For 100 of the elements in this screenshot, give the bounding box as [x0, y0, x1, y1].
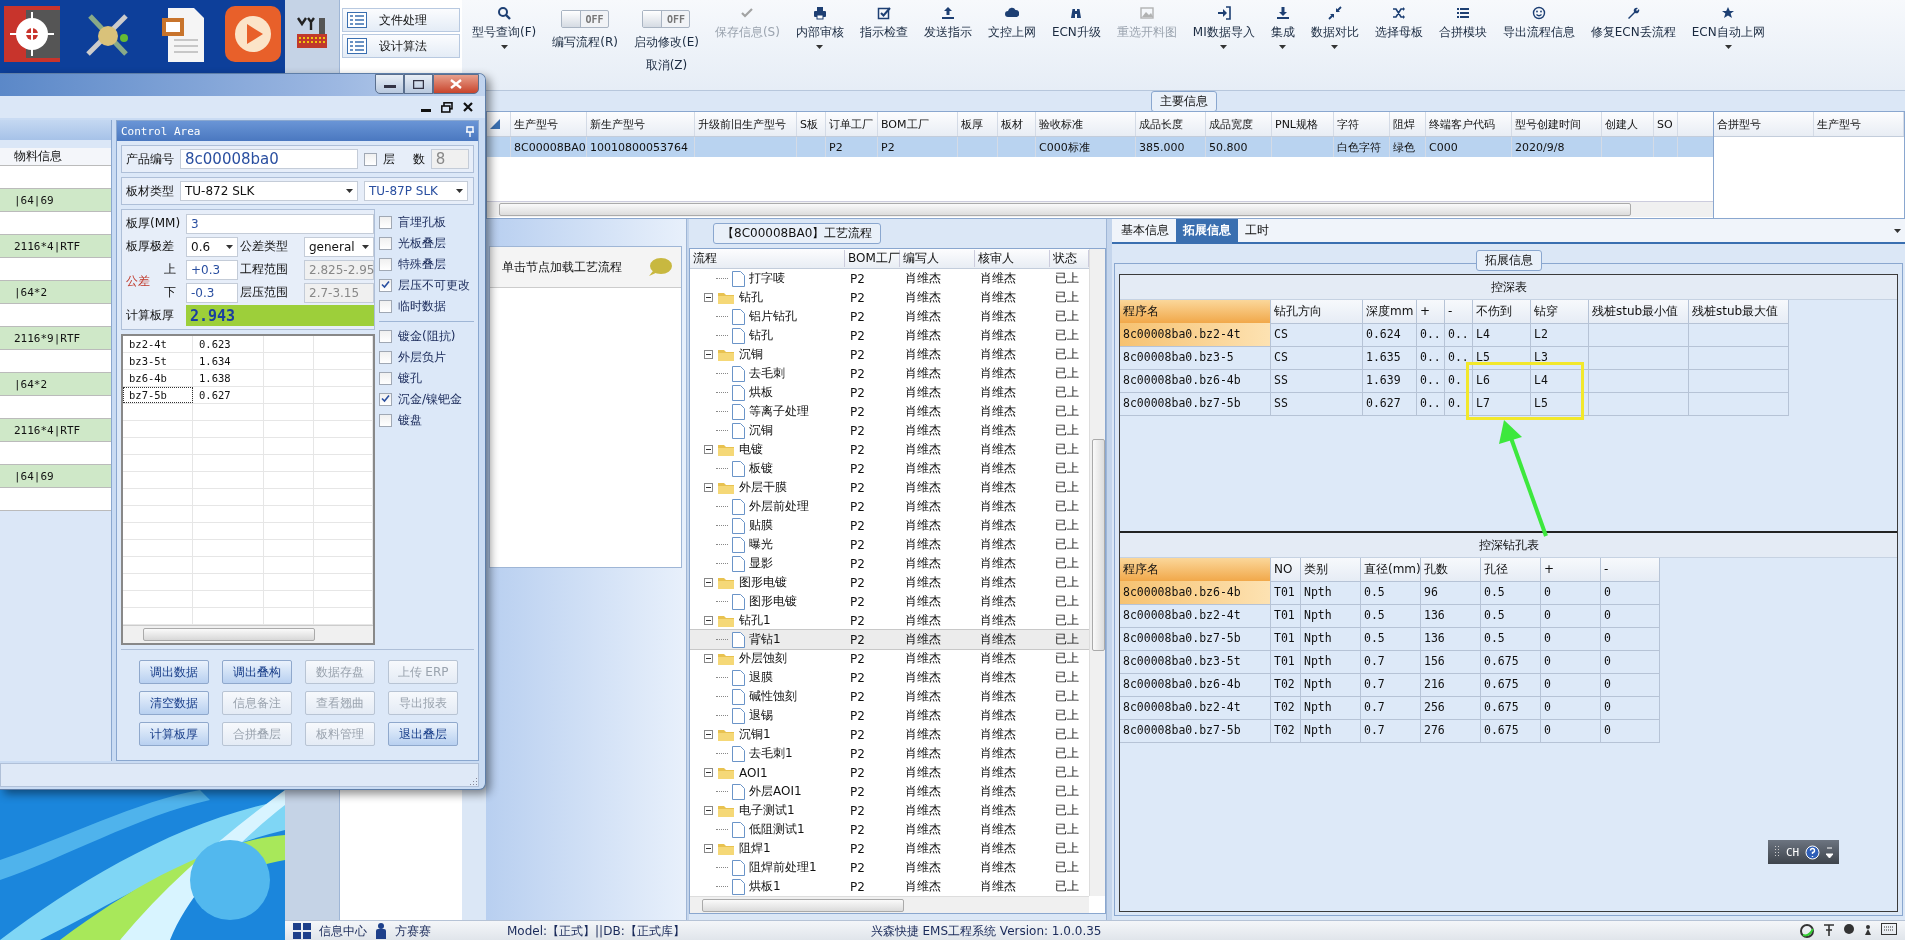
column-header[interactable]: SO [1654, 112, 1678, 136]
tree-row[interactable]: 烘板1 P2 肖维杰 肖维杰 已上 [690, 877, 1089, 896]
action-button[interactable]: 计算板厚 [139, 722, 209, 746]
expand-toggle[interactable] [704, 616, 713, 625]
column-header[interactable]: PNL规格 [1272, 112, 1334, 136]
checkbox[interactable] [379, 258, 392, 271]
dropdown[interactable]: TU-872 SLK [180, 181, 358, 201]
column-header[interactable]: 类别 [1301, 557, 1361, 582]
toolbar-button[interactable]: 导出流程信息 [1498, 4, 1579, 43]
toolbar-button[interactable]: 数据对比 [1306, 4, 1363, 51]
expand-toggle[interactable] [704, 730, 713, 739]
tree-row[interactable]: 曝光 P2 肖维杰 肖维杰 已上 [690, 535, 1089, 554]
checkbox[interactable] [379, 393, 392, 406]
checkbox[interactable] [379, 351, 392, 364]
column-header[interactable]: 程序名 [1120, 299, 1271, 324]
tree-row[interactable]: 图形电镀 P2 肖维杰 肖维杰 已上 [690, 592, 1089, 611]
column-header[interactable]: 验收标准 [1036, 112, 1136, 136]
column-header[interactable]: 终端客户代码 [1426, 112, 1512, 136]
tree-row[interactable]: 低阻测试1 P2 肖维杰 肖维杰 已上 [690, 820, 1089, 839]
toolbar-button[interactable]: MI数据导入 [1188, 4, 1259, 51]
tree-row[interactable]: 去毛刺1 P2 肖维杰 肖维杰 已上 [690, 744, 1089, 763]
column-header[interactable]: 阻焊 [1390, 112, 1426, 136]
toolbar-button[interactable]: 取消(Z) [645, 57, 688, 74]
scrollbar[interactable] [123, 625, 373, 643]
input-field[interactable]: 3 [186, 213, 374, 234]
tree-row[interactable]: 碱性蚀刻 P2 肖维杰 肖维杰 已上 [690, 687, 1089, 706]
tree-row[interactable]: 铝片钻孔 P2 肖维杰 肖维杰 已上 [690, 307, 1089, 326]
tree-row[interactable]: 退膜 P2 肖维杰 肖维杰 已上 [690, 668, 1089, 687]
expand-toggle[interactable] [704, 844, 713, 853]
column-header[interactable]: + [1417, 299, 1445, 324]
tree-row[interactable]: 外层蚀刻 P2 肖维杰 肖维杰 已上 [690, 649, 1089, 668]
tree-row[interactable]: 打字唛 P2 肖维杰 肖维杰 已上 [690, 269, 1089, 288]
column-header[interactable]: 成品长度 [1136, 112, 1206, 136]
action-button[interactable]: 调出叠构 [222, 660, 292, 684]
column-header[interactable]: 创建人 [1602, 112, 1654, 136]
toolbar-button[interactable]: 合拼模块 [1434, 4, 1491, 43]
checkbox[interactable] [364, 152, 377, 166]
tree-row[interactable]: 电子测试1 P2 肖维杰 肖维杰 已上 [690, 801, 1089, 820]
input-field[interactable]: +0.3 [186, 259, 238, 280]
tree-row[interactable]: 板镀 P2 肖维杰 肖维杰 已上 [690, 459, 1089, 478]
close-button[interactable] [433, 74, 479, 94]
column-header[interactable]: 深度mm [1363, 299, 1417, 324]
dropdown[interactable]: general [304, 236, 374, 257]
column-header[interactable]: - [1601, 557, 1660, 582]
tree-row[interactable]: 等离子处理 P2 肖维杰 肖维杰 已上 [690, 402, 1089, 421]
tree-row[interactable]: AOI1 P2 肖维杰 肖维杰 已上 [690, 763, 1089, 782]
column-header[interactable]: 合拼型号 [1714, 112, 1814, 136]
column-header[interactable]: 直径(mm) [1361, 557, 1421, 582]
expand-toggle[interactable] [704, 806, 713, 815]
table-row[interactable]: 8C00008BA0 10010800053764 P2 P2 C000标准 385.000 50.800 白色字符 绿色 C000 2020/9/8 [487, 137, 1713, 157]
tab[interactable]: 工时 [1238, 219, 1276, 242]
restore-icon[interactable] [441, 101, 453, 113]
table-cell[interactable]: bz3-5t [123, 353, 193, 369]
tree-row[interactable]: 外层AOI1 P2 肖维杰 肖维杰 已上 [690, 782, 1089, 801]
tree-row[interactable]: 钻孔 P2 肖维杰 肖维杰 已上 [690, 288, 1089, 307]
tree-row[interactable]: 图形电镀 P2 肖维杰 肖维杰 已上 [690, 573, 1089, 592]
column-header[interactable]: 孔径 [1481, 557, 1541, 582]
column-header[interactable]: 钻穿 [1531, 299, 1589, 324]
toolbar-button[interactable]: 集成 [1266, 4, 1299, 51]
nav-item[interactable]: 文件处理 [342, 8, 460, 32]
toolbar-button[interactable]: 指示检查 [855, 4, 912, 43]
tree-row[interactable]: 背钻1 P2 肖维杰 肖维杰 已上 [690, 630, 1089, 649]
expand-toggle[interactable] [704, 578, 713, 587]
column-header[interactable]: 核审人 [975, 250, 1050, 267]
nav-item[interactable]: 设计算法 [342, 34, 460, 58]
maximize-button[interactable] [404, 74, 433, 94]
tree-row[interactable]: 钻孔1 P2 肖维杰 肖维杰 已上 [690, 611, 1089, 630]
tree-row[interactable]: 沉铜 P2 肖维杰 肖维杰 已上 [690, 345, 1089, 364]
toolbar-button[interactable]: 型号查询(F) [468, 4, 541, 51]
column-header[interactable]: 程序名 [1120, 557, 1271, 582]
tree-row[interactable]: 电镀 P2 肖维杰 肖维杰 已上 [690, 440, 1089, 459]
toolbar-button[interactable]: 发送指示 [919, 4, 976, 43]
expand-toggle[interactable] [704, 293, 713, 302]
table-cell[interactable]: bz2-4t [123, 336, 193, 352]
tree-row[interactable]: 烘板 P2 肖维杰 肖维杰 已上 [690, 383, 1089, 402]
column-header[interactable]: 板厚 [958, 112, 998, 136]
dropdown[interactable]: 0.6 [186, 236, 238, 257]
scrollbar[interactable] [690, 896, 1089, 913]
column-header[interactable]: 孔数 [1421, 557, 1481, 582]
tree-row[interactable]: 阻焊前处理1 P2 肖维杰 肖维杰 已上 [690, 858, 1089, 877]
toolbar-button[interactable]: ECN自动上网 [1687, 4, 1769, 51]
column-header[interactable]: BOM工厂 [878, 112, 958, 136]
action-button[interactable]: 调出数据 [139, 660, 209, 684]
tree-row[interactable]: 沉铜 P2 肖维杰 肖维杰 已上 [690, 421, 1089, 440]
expand-toggle[interactable] [704, 350, 713, 359]
column-header[interactable]: 型号创建时间 [1512, 112, 1602, 136]
column-header[interactable]: 订单工厂 [826, 112, 878, 136]
checkbox[interactable] [379, 300, 392, 313]
player-icon[interactable] [225, 6, 281, 62]
tree-row[interactable]: 外层前处理 P2 肖维杰 肖维杰 已上 [690, 497, 1089, 516]
close-icon[interactable] [463, 102, 473, 112]
column-header[interactable]: 编写人 [900, 250, 975, 267]
column-header[interactable]: - [1445, 299, 1473, 324]
tree-row[interactable]: 钻孔 P2 肖维杰 肖维杰 已上 [690, 326, 1089, 345]
pin-icon[interactable] [466, 125, 474, 137]
toggle-switch[interactable]: OFF [642, 10, 691, 28]
caret-icon[interactable] [1894, 229, 1901, 233]
column-header[interactable]: 残桩stub最大值 [1689, 299, 1789, 324]
column-header[interactable]: 流程 [690, 250, 845, 267]
minimize-button[interactable] [375, 74, 404, 94]
